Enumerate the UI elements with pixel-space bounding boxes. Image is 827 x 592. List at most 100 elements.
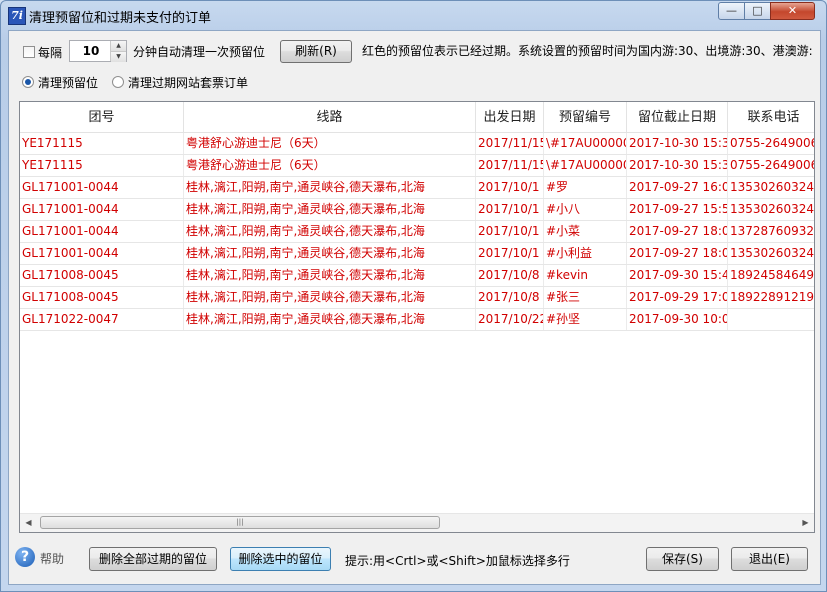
- table-cell: 粤港舒心游迪士尼（6天）: [184, 155, 476, 176]
- help-icon[interactable]: ?: [15, 547, 35, 567]
- table-cell: 桂林,漓江,阳朔,南宁,通灵峡谷,德天瀑布,北海: [184, 287, 476, 308]
- table-cell: 桂林,漓江,阳朔,南宁,通灵峡谷,德天瀑布,北海: [184, 265, 476, 286]
- refresh-button[interactable]: 刷新(R): [280, 40, 352, 63]
- table-cell: 2017/10/8 S: [476, 265, 544, 286]
- table-cell: 18922891219: [728, 287, 814, 308]
- table-cell: [728, 309, 814, 330]
- table-cell: 0755-26490068: [728, 133, 814, 154]
- title-bar[interactable]: 7i 清理预留位和过期未支付的订单 — □ ✕: [1, 1, 826, 29]
- save-button[interactable]: 保存(S): [646, 547, 719, 571]
- scroll-thumb[interactable]: |||: [40, 516, 440, 529]
- radio-clean-expired-label[interactable]: 清理过期网站套票订单: [128, 74, 248, 91]
- stepper-down-icon[interactable]: ▼: [111, 51, 126, 62]
- expiry-notice: 红色的预留位表示已经过期。系统设置的预留时间为国内游:30、出境游:30、港澳游…: [362, 44, 812, 58]
- table-cell: #孙坚: [544, 309, 627, 330]
- table-cell: GL171001-0044: [20, 177, 184, 198]
- minimize-button[interactable]: —: [718, 2, 745, 20]
- every-label: 每隔: [38, 46, 63, 60]
- column-header[interactable]: 团号: [20, 102, 184, 133]
- interval-stepper[interactable]: 10 ▲ ▼: [69, 40, 127, 62]
- table-header: 团号 线路 出发日期 预留编号 留位截止日期 联系电话: [20, 102, 814, 133]
- scroll-left-icon[interactable]: ◀: [20, 514, 37, 532]
- table-cell: \#17AU00000B: [544, 155, 627, 176]
- table-row[interactable]: GL171001-0044 桂林,漓江,阳朔,南宁,通灵峡谷,德天瀑布,北海 201…: [20, 243, 814, 265]
- table-cell: 2017-09-30 10:04: [627, 309, 728, 330]
- table-cell: 2017/10/22 S: [476, 309, 544, 330]
- table-cell: #小利益: [544, 243, 627, 264]
- table-cell: GL171022-0047: [20, 309, 184, 330]
- table-body: YE171115 粤港舒心游迪士尼（6天） 2017/11/15 \#17AU0000…: [20, 133, 814, 331]
- maximize-button[interactable]: □: [744, 2, 771, 20]
- column-header[interactable]: 出发日期: [476, 102, 544, 133]
- dialog-window: 7i 清理预留位和过期未支付的订单 — □ ✕ 每隔 10 ▲ ▼ 分钟自动清理…: [0, 0, 827, 592]
- table-cell: 2017/11/15: [476, 133, 544, 154]
- stepper-up-icon[interactable]: ▲: [111, 41, 126, 51]
- stepper-arrows: ▲ ▼: [110, 41, 126, 62]
- table-row[interactable]: GL171022-0047 桂林,漓江,阳朔,南宁,通灵峡谷,德天瀑布,北海 201…: [20, 309, 814, 331]
- table-cell: 2017/10/1 S: [476, 243, 544, 264]
- help-label[interactable]: 帮助: [40, 550, 64, 567]
- table-cell: #小八: [544, 199, 627, 220]
- table-row[interactable]: GL171001-0044 桂林,漓江,阳朔,南宁,通灵峡谷,德天瀑布,北海 201…: [20, 177, 814, 199]
- table-cell: GL171001-0044: [20, 221, 184, 242]
- close-button[interactable]: ✕: [770, 2, 815, 20]
- table-row[interactable]: GL171008-0045 桂林,漓江,阳朔,南宁,通灵峡谷,德天瀑布,北海 201…: [20, 265, 814, 287]
- table-cell: GL171008-0045: [20, 287, 184, 308]
- delete-all-expired-button[interactable]: 删除全部过期的留位: [89, 547, 217, 571]
- radio-clean-reserved-label[interactable]: 清理预留位: [38, 74, 98, 91]
- dialog-body: 每隔 10 ▲ ▼ 分钟自动清理一次预留位 刷新(R) 红色的预留位表示已经过期…: [8, 30, 821, 585]
- table-cell: 2017/11/15: [476, 155, 544, 176]
- column-header[interactable]: 预留编号: [544, 102, 627, 133]
- table-cell: 2017/10/1 S: [476, 199, 544, 220]
- table-cell: 13530260324: [728, 177, 814, 198]
- horizontal-scrollbar[interactable]: ◀ ||| ▶: [20, 513, 814, 532]
- table-row[interactable]: GL171008-0045 桂林,漓江,阳朔,南宁,通灵峡谷,德天瀑布,北海 201…: [20, 287, 814, 309]
- table-cell: 2017-09-27 18:03: [627, 221, 728, 242]
- auto-clean-checkbox[interactable]: [23, 46, 35, 58]
- options-bar: 每隔 10 ▲ ▼ 分钟自动清理一次预留位 刷新(R) 红色的预留位表示已经过期…: [9, 31, 820, 71]
- table-cell: 桂林,漓江,阳朔,南宁,通灵峡谷,德天瀑布,北海: [184, 243, 476, 264]
- table-cell: GL171008-0045: [20, 265, 184, 286]
- table-cell: 18924584649: [728, 265, 814, 286]
- table-cell: GL171001-0044: [20, 243, 184, 264]
- table-cell: 桂林,漓江,阳朔,南宁,通灵峡谷,德天瀑布,北海: [184, 309, 476, 330]
- table-cell: 粤港舒心游迪士尼（6天）: [184, 133, 476, 154]
- table-cell: 2017-09-27 15:51: [627, 199, 728, 220]
- table-cell: 13728760932: [728, 221, 814, 242]
- table-cell: 2017/10/8 S: [476, 287, 544, 308]
- table-cell: 桂林,漓江,阳朔,南宁,通灵峡谷,德天瀑布,北海: [184, 177, 476, 198]
- table-row[interactable]: YE171115 粤港舒心游迪士尼（6天） 2017/11/15 \#17AU0000…: [20, 133, 814, 155]
- table-row[interactable]: YE171115 粤港舒心游迪士尼（6天） 2017/11/15 \#17AU0000…: [20, 155, 814, 177]
- table-cell: 0755-26490068: [728, 155, 814, 176]
- column-header[interactable]: 联系电话: [728, 102, 814, 133]
- interval-value[interactable]: 10: [70, 44, 112, 58]
- app-icon: 7i: [8, 7, 26, 25]
- window-title: 清理预留位和过期未支付的订单: [29, 11, 212, 26]
- multiselect-hint: 提示:用<Crtl>或<Shift>加鼠标选择多行: [345, 554, 570, 568]
- exit-button[interactable]: 退出(E): [731, 547, 808, 571]
- radio-clean-reserved[interactable]: [22, 76, 34, 88]
- column-header[interactable]: 留位截止日期: [627, 102, 728, 133]
- table-cell: #罗: [544, 177, 627, 198]
- table-cell: 2017-09-30 15:42: [627, 265, 728, 286]
- table-cell: 桂林,漓江,阳朔,南宁,通灵峡谷,德天瀑布,北海: [184, 221, 476, 242]
- radio-clean-expired[interactable]: [112, 76, 124, 88]
- table-cell: 2017/10/1 S: [476, 177, 544, 198]
- table-cell: GL171001-0044: [20, 199, 184, 220]
- scroll-right-icon[interactable]: ▶: [797, 514, 814, 532]
- table-cell: 2017-10-30 15:36: [627, 155, 728, 176]
- table-row[interactable]: GL171001-0044 桂林,漓江,阳朔,南宁,通灵峡谷,德天瀑布,北海 201…: [20, 221, 814, 243]
- table-cell: 2017-09-29 17:04: [627, 287, 728, 308]
- reservations-table[interactable]: 团号 线路 出发日期 预留编号 留位截止日期 联系电话 YE171115 粤港舒心…: [19, 101, 815, 533]
- table-cell: 2017-09-27 18:09: [627, 243, 728, 264]
- delete-selected-button[interactable]: 删除选中的留位: [230, 547, 331, 571]
- column-header[interactable]: 线路: [184, 102, 476, 133]
- table-row[interactable]: GL171001-0044 桂林,漓江,阳朔,南宁,通灵峡谷,德天瀑布,北海 201…: [20, 199, 814, 221]
- table-cell: 2017/10/1 S: [476, 221, 544, 242]
- table-cell: 2017-09-27 16:01: [627, 177, 728, 198]
- table-cell: \#17AU00000A: [544, 133, 627, 154]
- table-cell: #张三: [544, 287, 627, 308]
- table-cell: 2017-10-30 15:36: [627, 133, 728, 154]
- table-cell: #kevin: [544, 265, 627, 286]
- interval-suffix-label: 分钟自动清理一次预留位: [133, 45, 266, 59]
